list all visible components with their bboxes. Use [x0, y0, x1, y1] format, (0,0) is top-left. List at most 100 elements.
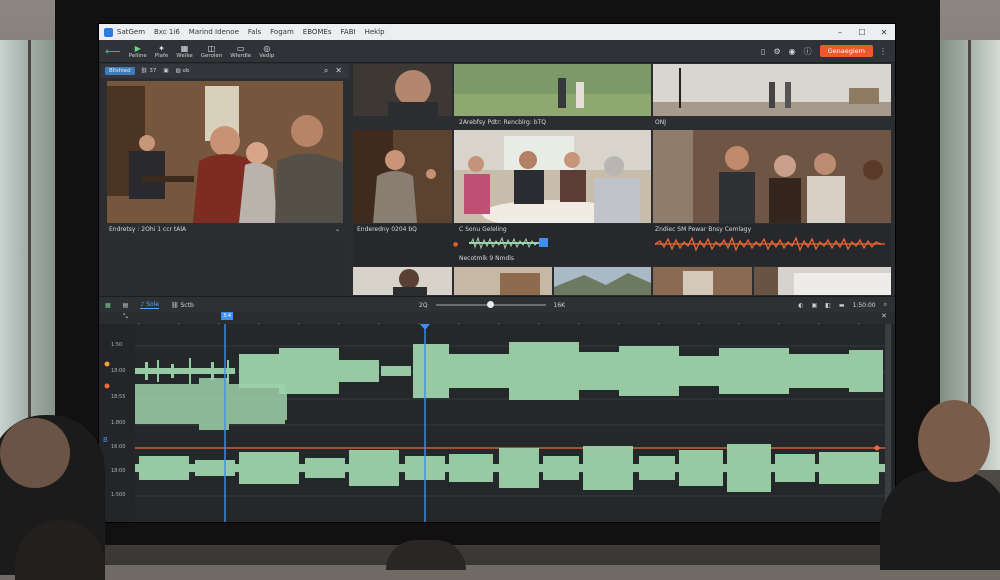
- ruler-tool-icon[interactable]: ⤡: [123, 313, 128, 321]
- search-icon[interactable]: ⌕: [324, 66, 328, 76]
- toolbar-button-pelline[interactable]: ▶ Pelline: [129, 44, 147, 59]
- zoom-slider-knob[interactable]: [487, 301, 495, 308]
- timecode-display: 1:50:00: [852, 301, 876, 309]
- toolbar-button-plafe[interactable]: ✦ Plafe: [155, 44, 169, 59]
- window-controls: – ☐ ✕: [829, 28, 895, 37]
- grid-caption: Necotmlk 9 Nmdls: [459, 255, 515, 262]
- grid-thumbnail[interactable]: [653, 267, 752, 295]
- grid-caption: C Sonu Geleling: [459, 226, 507, 233]
- track-label: 18:00: [111, 468, 126, 474]
- trim-icon[interactable]: ▬: [839, 302, 845, 309]
- menu-item[interactable]: Heklp: [365, 28, 385, 36]
- audio-tracks[interactable]: B 1:50 18:00 18:55 1:800 16:00 18:00 1:5…: [99, 324, 895, 522]
- settings-icon[interactable]: ⚙: [773, 47, 780, 56]
- search-icon[interactable]: ⌕: [884, 301, 887, 309]
- grid-caption: ONJ: [655, 119, 666, 126]
- toolbar-label: Wlerdle: [230, 52, 252, 59]
- zoom-counter-right: 16K: [553, 301, 566, 309]
- playhead-marker[interactable]: 3:4: [221, 312, 234, 320]
- landscape-image: [554, 267, 651, 295]
- track-label: 16:00: [111, 444, 126, 450]
- layout-icon[interactable]: ▯: [761, 47, 765, 56]
- tab-sole[interactable]: ♪ Sole: [140, 301, 159, 309]
- viewer-preview-image[interactable]: [107, 81, 343, 223]
- viewer-tab[interactable]: ▣: [163, 68, 168, 74]
- viewer-header-right: ⌕ ✕: [324, 66, 349, 76]
- toolbar-button-vedip[interactable]: ◎ Vedip: [259, 44, 274, 59]
- menu-item[interactable]: Fogam: [270, 28, 294, 36]
- menu-item[interactable]: SatGem: [117, 28, 145, 36]
- image-icon: ▨: [175, 68, 181, 74]
- menu-item[interactable]: Fals: [248, 28, 261, 36]
- window-mullion: [28, 40, 31, 470]
- minimize-icon[interactable]: –: [829, 28, 851, 37]
- link-icon: ⛓: [170, 301, 179, 309]
- viewer-tab[interactable]: ▨ ob: [176, 68, 190, 74]
- grid-thumbnail[interactable]: [653, 130, 891, 223]
- grid-thumbnail[interactable]: [454, 267, 552, 295]
- grid-caption: 2Arebfsy Pdtr: Rencblrg: bTQ: [459, 119, 546, 126]
- toolbar: ⟵ ▶ Pelline ✦ Plafe ▦ Welke ◫ Gerolen ▭ …: [99, 40, 895, 63]
- studio-room-image: [653, 64, 891, 116]
- app-logo-icon: [104, 27, 113, 37]
- audio-clip-icon: ●: [453, 241, 459, 248]
- audience-head-right: [918, 400, 990, 482]
- grid-thumbnail[interactable]: [353, 64, 452, 116]
- family-dinner-image: [454, 130, 651, 223]
- toolbar-label: Welke: [176, 52, 193, 59]
- more-icon[interactable]: ⋮: [879, 47, 887, 56]
- grid-thumbnail[interactable]: [353, 130, 452, 223]
- toolbar-button-wlerdle[interactable]: ▭ Wlerdle: [230, 44, 251, 59]
- projected-screen: SatGem Bxc 1i6 Marind Idenoe Fals Fogam …: [99, 24, 895, 522]
- timeline-ruler[interactable]: 3:4 ⤡ ✕: [99, 312, 895, 327]
- track-label: 1:50: [111, 342, 123, 348]
- window-icon: ▭: [236, 43, 245, 53]
- audience-head-left: [0, 418, 70, 488]
- tab-label: Sole: [146, 301, 159, 308]
- grid-thumbnail[interactable]: [754, 267, 891, 295]
- layers-icon: ◫: [207, 43, 216, 53]
- track-label: 1:500: [111, 492, 126, 498]
- timeline-toolbar: ▦ ▤ ♪ Sole ⛓ Sctb 2Q 16K ◐ ▣ ◧ ▬ 1:50:00…: [99, 296, 895, 313]
- menu-item[interactable]: EBOMEs: [303, 28, 332, 36]
- menu-item[interactable]: FABI: [341, 28, 356, 36]
- help-icon[interactable]: ⓘ: [804, 46, 812, 57]
- grid-thumbnail[interactable]: [353, 267, 452, 295]
- timeline-scrollbar[interactable]: [885, 324, 891, 514]
- close-icon[interactable]: ✕: [881, 312, 887, 320]
- tab-sctb[interactable]: ⛓ Sctb: [171, 302, 194, 309]
- grid-thumbnail[interactable]: [653, 64, 891, 116]
- close-icon[interactable]: ✕: [335, 66, 342, 76]
- park-couple-image: [454, 64, 651, 116]
- maximize-icon[interactable]: ☐: [851, 28, 873, 37]
- video-icon: ◎: [263, 43, 271, 53]
- toolbar-label: Pelline: [128, 52, 147, 59]
- grid-thumbnail[interactable]: [454, 64, 651, 116]
- tab-label: Sctb: [180, 301, 194, 309]
- menu-item[interactable]: Bxc 1i6: [154, 28, 180, 36]
- export-button[interactable]: Genaegiem: [819, 45, 873, 57]
- toolbar-right: ▯ ⚙ ◉ ⓘ Genaegiem ⋮: [761, 45, 895, 57]
- menu-item[interactable]: Marind Idenoe: [189, 28, 239, 36]
- toolbar-button-welke[interactable]: ▦ Welke: [176, 44, 192, 59]
- clip-icon[interactable]: ▣: [811, 302, 817, 309]
- audio-icon: ♪: [140, 301, 145, 308]
- timeline-layout-icon[interactable]: ▤: [123, 302, 129, 309]
- grid-thumbnail[interactable]: [454, 130, 651, 223]
- grid-caption: Enderedny 0204 bQ: [357, 226, 417, 233]
- grid-thumbnail[interactable]: [554, 267, 651, 295]
- record-icon[interactable]: ◉: [789, 47, 796, 56]
- chevron-down-icon[interactable]: ⌄: [335, 226, 340, 233]
- viewer-tab[interactable]: ⛓ 37: [141, 68, 157, 74]
- toolbar-button-gerolen[interactable]: ◫ Gerolen: [201, 44, 223, 59]
- snap-icon[interactable]: ◐: [798, 302, 803, 309]
- viewer-tab-label: 37: [149, 68, 157, 74]
- viewer-chip[interactable]: Bllshied: [105, 67, 135, 75]
- zoom-slider[interactable]: [435, 301, 546, 308]
- close-icon[interactable]: ✕: [873, 28, 895, 37]
- back-arrow-icon[interactable]: ⟵: [105, 45, 121, 58]
- timeline-grid-icon[interactable]: ▦: [105, 302, 111, 309]
- grid-caption: Zndiec SM Pewar Bnsy Cemlagy: [655, 226, 752, 233]
- marker-icon[interactable]: ◧: [825, 302, 831, 309]
- window-left: [0, 40, 62, 470]
